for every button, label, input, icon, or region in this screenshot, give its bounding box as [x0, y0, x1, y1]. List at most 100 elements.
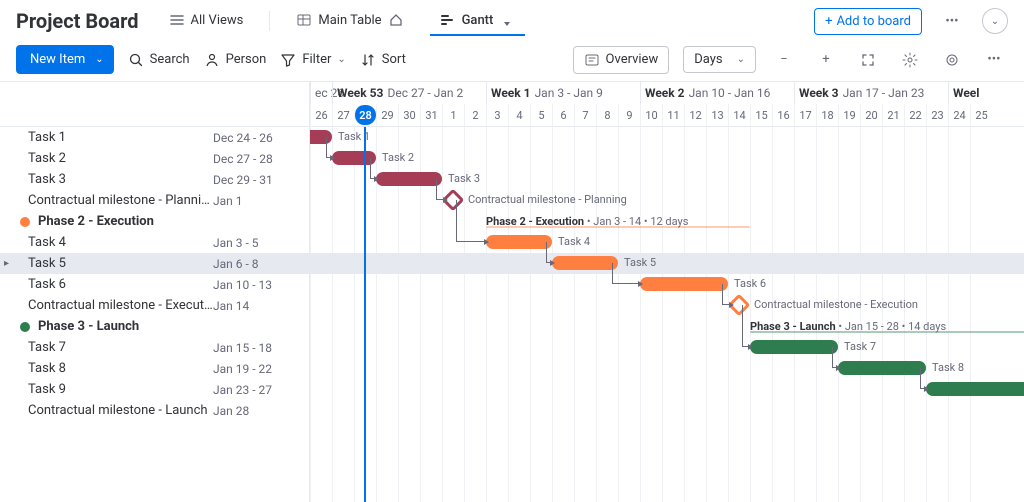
task-name: Task 1 — [28, 130, 213, 145]
day-header: 27 — [332, 104, 354, 127]
gantt-area: Task 1Dec 24 - 26Task 2Dec 27 - 28Task 3… — [0, 82, 1024, 502]
group-row[interactable]: Phase 2 - Execution — [0, 211, 309, 232]
day-header: 31 — [420, 104, 442, 127]
view-tab-all-views[interactable]: All Views — [159, 6, 254, 36]
plus-icon: + — [825, 14, 832, 29]
chevron-down-icon: ⌄ — [991, 16, 999, 27]
search-button[interactable]: Search — [128, 52, 190, 68]
more-button[interactable]: ••• — [980, 46, 1008, 74]
day-header: 5 — [530, 104, 552, 127]
day-header: 4 — [508, 104, 530, 127]
gantt-row: Task 9 — [310, 379, 1024, 400]
gantt-bar[interactable] — [552, 256, 618, 270]
person-label: Person — [226, 52, 267, 67]
task-row[interactable]: Task 8Jan 19 - 22 — [0, 358, 309, 379]
more-options-button[interactable]: ••• — [938, 7, 966, 35]
zoom-in-button[interactable]: + — [812, 46, 840, 74]
collapse-button[interactable]: ⌄ — [982, 8, 1008, 34]
group-color-dot — [20, 322, 30, 332]
task-name: Task 8 — [28, 361, 213, 376]
task-row[interactable]: Task 9Jan 23 - 27 — [0, 379, 309, 400]
plus-icon: + — [822, 52, 829, 67]
day-header: 21 — [882, 104, 904, 127]
gantt-bar-label: Task 2 — [382, 151, 414, 164]
dependency-arrow-icon — [729, 302, 734, 308]
fullscreen-button[interactable] — [854, 46, 882, 74]
task-dates: Jan 28 — [213, 404, 293, 418]
task-dates: Jan 6 - 8 — [213, 257, 293, 271]
dependency-arrow-icon — [374, 176, 379, 182]
zoom-out-button[interactable]: − — [770, 46, 798, 74]
task-row[interactable]: Contractual milestone - PlanningJan 1 — [0, 190, 309, 211]
task-row[interactable]: Task 4Jan 3 - 5 — [0, 232, 309, 253]
gantt-bar[interactable] — [838, 361, 926, 375]
sort-icon — [360, 52, 376, 68]
day-header: 26 — [310, 104, 332, 127]
gantt-bar-label: Task 3 — [448, 172, 480, 185]
new-item-button[interactable]: New Item ⌄ — [16, 45, 114, 74]
gantt-row: Phase 3 - Launch • Jan 15 - 28 • 14 days — [310, 316, 1024, 337]
gantt-bar[interactable] — [640, 277, 728, 291]
day-header: 22 — [904, 104, 926, 127]
expand-caret-icon[interactable]: ▸ — [4, 258, 9, 269]
minus-icon: − — [780, 52, 787, 67]
task-dates: Jan 23 - 27 — [213, 383, 293, 397]
board-title: Project Board — [16, 9, 139, 33]
filter-button[interactable]: Filter ⌄ — [280, 52, 345, 68]
day-header: 11 — [662, 104, 684, 127]
timeline-panel[interactable]: ec 26Week 53Dec 27 - Jan 2Week 1Jan 3 - … — [310, 82, 1024, 502]
gantt-row: Task 7 — [310, 337, 1024, 358]
gantt-row: Phase 2 - Execution • Jan 3 - 14 • 12 da… — [310, 211, 1024, 232]
day-header: 17 — [794, 104, 816, 127]
chevron-down-icon: ⌄ — [337, 54, 345, 65]
filter-label: Filter — [302, 52, 331, 67]
day-header: 25 — [970, 104, 992, 127]
task-row[interactable]: Task 6Jan 10 - 13 — [0, 274, 309, 295]
task-name: Task 7 — [28, 340, 213, 355]
task-row[interactable]: Task 2Dec 27 - 28 — [0, 148, 309, 169]
add-to-board-button[interactable]: + Add to board — [814, 8, 922, 35]
task-dates: Jan 14 — [213, 299, 293, 313]
day-header: 29 — [376, 104, 398, 127]
gantt-bar[interactable] — [486, 235, 552, 249]
task-row[interactable]: Contractual milestone - LaunchJan 28 — [0, 400, 309, 421]
group-row[interactable]: Phase 3 - Launch — [0, 316, 309, 337]
overview-button[interactable]: Overview — [573, 46, 670, 74]
week-header: Week 53Dec 27 - Jan 2 — [332, 82, 486, 104]
view-tab-gantt[interactable]: Gantt — [430, 6, 526, 36]
chevron-down-icon: ⌄ — [737, 54, 745, 65]
task-dates: Jan 15 - 18 — [213, 341, 293, 355]
gantt-group-label: Phase 3 - Launch • Jan 15 - 28 • 14 days — [750, 320, 946, 333]
person-icon — [204, 52, 220, 68]
group-name: Phase 3 - Launch — [38, 319, 293, 334]
task-row[interactable]: Task 5Jan 6 - 8 — [0, 253, 309, 274]
view-tab-main-table[interactable]: Main Table — [286, 6, 413, 36]
week-header: Week 2Jan 10 - Jan 16 — [640, 82, 794, 104]
task-row[interactable]: Task 7Jan 15 - 18 — [0, 337, 309, 358]
task-row[interactable]: Contractual milestone - ExecutionJan 14 — [0, 295, 309, 316]
sort-button[interactable]: Sort — [360, 52, 406, 68]
gantt-milestone-label: Contractual milestone - Execution — [754, 298, 918, 311]
day-header: 7 — [574, 104, 596, 127]
gantt-bar[interactable] — [750, 340, 838, 354]
week-header: Week 3Jan 17 - Jan 23 — [794, 82, 948, 104]
dependency-arrow-icon — [924, 386, 929, 392]
task-row[interactable]: Task 3Dec 29 - 31 — [0, 169, 309, 190]
gantt-row: Task 8 — [310, 358, 1024, 379]
person-filter-button[interactable]: Person — [204, 52, 267, 68]
task-name: Task 6 — [28, 277, 213, 292]
dependency-arrow-icon — [443, 197, 448, 203]
task-row[interactable]: Task 1Dec 24 - 26 — [0, 127, 309, 148]
baseline-button[interactable] — [938, 46, 966, 74]
timeline-chart[interactable]: Task 1Task 2Task 3Contractual milestone … — [310, 127, 1024, 502]
gantt-bar[interactable] — [926, 382, 1024, 396]
gantt-bar[interactable] — [376, 172, 442, 186]
overview-icon — [584, 52, 600, 68]
table-icon — [296, 12, 312, 28]
settings-button[interactable] — [896, 46, 924, 74]
task-dates: Jan 19 - 22 — [213, 362, 293, 376]
overview-label: Overview — [606, 52, 659, 67]
gantt-bar-label: Task 8 — [932, 361, 964, 374]
time-scope-select[interactable]: Days ⌄ — [683, 46, 756, 73]
top-bar: Project Board All Views Main Table Gantt… — [0, 0, 1024, 42]
